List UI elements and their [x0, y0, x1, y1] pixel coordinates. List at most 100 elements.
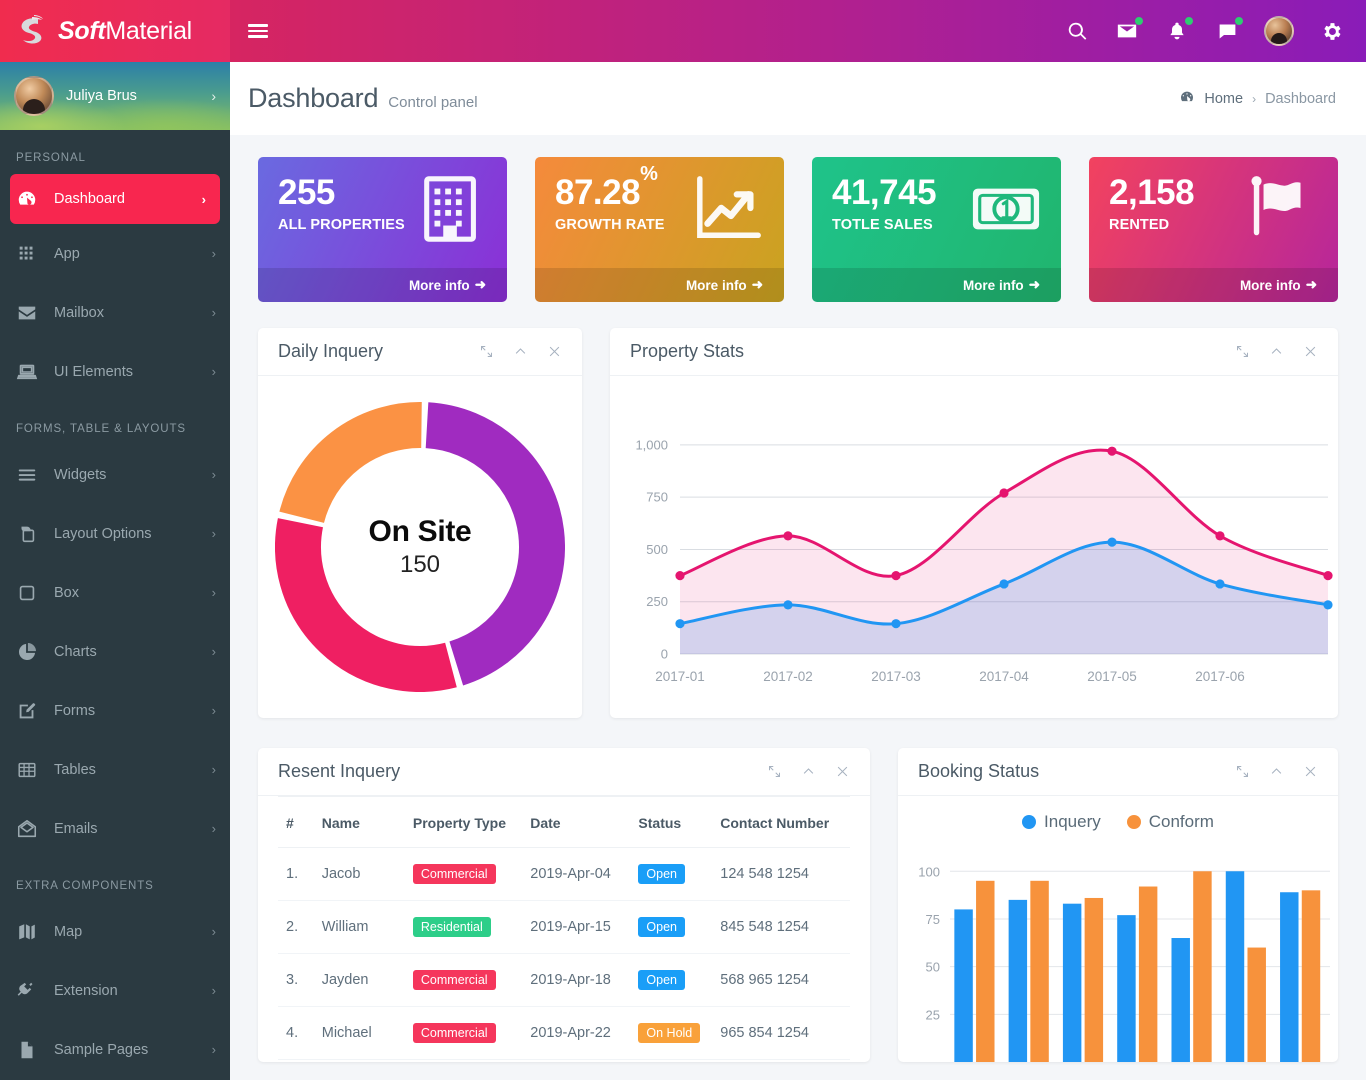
bar-inquery[interactable]	[954, 909, 972, 1062]
data-point[interactable]	[999, 488, 1008, 497]
chat-icon[interactable]	[1214, 18, 1240, 44]
sidebar-user-panel[interactable]: Juliya Brus ›	[0, 62, 230, 130]
stat-more-info-link[interactable]: More info➜	[1089, 268, 1338, 302]
hamburger-icon[interactable]	[248, 24, 268, 38]
bar-inquery[interactable]	[1009, 900, 1027, 1062]
sidebar-item-charts[interactable]: Charts›	[0, 622, 230, 681]
bar-conform[interactable]	[1247, 948, 1265, 1062]
brand-logo[interactable]: SoftMaterial	[0, 0, 230, 62]
envelope-icon[interactable]	[1114, 18, 1140, 44]
stat-number: 2,158	[1109, 173, 1194, 212]
daily-inquery-title: Daily Inquery	[278, 341, 383, 362]
sidebar-item-widgets[interactable]: Widgets›	[0, 445, 230, 504]
breadcrumb-home[interactable]: Home	[1204, 91, 1243, 107]
stat-card-totle-sales[interactable]: 41,745TOTLE SALESMore info➜	[812, 157, 1061, 302]
table-row[interactable]: 1.JacobCommercial2019-Apr-04Open124 548 …	[278, 848, 850, 901]
legend-color-dot	[1022, 815, 1036, 829]
data-point[interactable]	[675, 571, 684, 580]
x-axis-tick-label: 2017-06	[1195, 669, 1245, 684]
avatar[interactable]	[1264, 16, 1294, 46]
bell-icon[interactable]	[1164, 18, 1190, 44]
brand-light: Material	[105, 17, 192, 45]
close-icon[interactable]	[835, 764, 850, 779]
data-point[interactable]	[1107, 538, 1116, 547]
area-fill-pink	[680, 450, 1328, 654]
data-point[interactable]	[783, 531, 792, 540]
sidebar-item-mailbox[interactable]: Mailbox›	[0, 283, 230, 342]
legend-item-conform[interactable]: Conform	[1127, 812, 1214, 832]
chevron-up-icon[interactable]	[1269, 344, 1284, 359]
chevron-right-icon: ›	[212, 246, 216, 261]
chevron-right-icon: ›	[212, 644, 216, 659]
chevron-up-icon[interactable]	[1269, 764, 1284, 779]
bar-conform[interactable]	[976, 881, 994, 1062]
property-stats-title: Property Stats	[630, 341, 744, 362]
stat-more-info-link[interactable]: More info➜	[258, 268, 507, 302]
stat-card-growth-rate[interactable]: 87.28%GROWTH RATEMore info➜	[535, 157, 784, 302]
bar-conform[interactable]	[1139, 887, 1157, 1062]
envelope-badge-dot	[1135, 17, 1143, 25]
close-icon[interactable]	[1303, 344, 1318, 359]
table-row[interactable]: 2.WilliamResidential2019-Apr-15Open845 5…	[278, 901, 850, 954]
sidebar-item-dashboard[interactable]: Dashboard›	[10, 174, 220, 224]
chevron-up-icon[interactable]	[801, 764, 816, 779]
close-icon[interactable]	[547, 344, 562, 359]
bar-conform[interactable]	[1030, 881, 1048, 1062]
bar-inquery[interactable]	[1063, 904, 1081, 1062]
table-row[interactable]: 3.JaydenCommercial2019-Apr-18Open568 965…	[278, 954, 850, 1007]
data-point[interactable]	[1215, 531, 1224, 540]
bar-conform[interactable]	[1302, 890, 1320, 1062]
x-axis-tick-label: 2017-03	[871, 669, 921, 684]
data-point[interactable]	[1323, 571, 1332, 580]
table-row[interactable]: 4.MichaelCommercial2019-Apr-22On Hold965…	[278, 1007, 850, 1060]
data-point[interactable]	[999, 579, 1008, 588]
bar-inquery[interactable]	[1226, 871, 1244, 1062]
booking-status-card-header: Booking Status	[898, 748, 1338, 796]
search-icon[interactable]	[1064, 18, 1090, 44]
column-header: Property Type	[405, 797, 522, 848]
expand-icon[interactable]	[1235, 344, 1250, 359]
data-point[interactable]	[675, 619, 684, 628]
data-point[interactable]	[891, 571, 900, 580]
bar-conform[interactable]	[1193, 871, 1211, 1062]
sidebar-item-map[interactable]: Map›	[0, 902, 230, 961]
data-point[interactable]	[1107, 447, 1116, 456]
legend-item-inquery[interactable]: Inquery	[1022, 812, 1101, 832]
bar-inquery[interactable]	[1171, 938, 1189, 1062]
sidebar-item-box[interactable]: Box›	[0, 563, 230, 622]
sidebar-item-forms[interactable]: Forms›	[0, 681, 230, 740]
chevron-up-icon[interactable]	[513, 344, 528, 359]
sidebar-item-label: Layout Options	[54, 526, 212, 542]
sidebar-item-layout-options[interactable]: Layout Options›	[0, 504, 230, 563]
sidebar-item-extension[interactable]: Extension›	[0, 961, 230, 1020]
sidebar-item-tables[interactable]: Tables›	[0, 740, 230, 799]
stat-card-all-properties[interactable]: 255ALL PROPERTIESMore info➜	[258, 157, 507, 302]
gear-icon[interactable]	[1318, 18, 1344, 44]
chevron-right-icon[interactable]: ›	[211, 88, 216, 104]
card-tools	[1235, 344, 1318, 359]
stat-card-rented[interactable]: 2,158RENTEDMore info➜	[1089, 157, 1338, 302]
expand-icon[interactable]	[767, 764, 782, 779]
bar-inquery[interactable]	[1280, 892, 1298, 1062]
sidebar-section-personal: PERSONAL	[0, 130, 230, 174]
bar-conform[interactable]	[1085, 898, 1103, 1062]
expand-icon[interactable]	[479, 344, 494, 359]
sidebar-item-ui-elements[interactable]: UI Elements›	[0, 342, 230, 401]
sidebar-item-app[interactable]: App›	[0, 224, 230, 283]
cell-index: 2.	[278, 901, 314, 954]
stat-more-info-link[interactable]: More info➜	[812, 268, 1061, 302]
cell-index: 3.	[278, 954, 314, 1007]
sidebar-item-label: Widgets	[54, 467, 212, 483]
bar-inquery[interactable]	[1117, 915, 1135, 1062]
stat-more-info-link[interactable]: More info➜	[535, 268, 784, 302]
donut-slice-orange[interactable]	[302, 425, 422, 517]
data-point[interactable]	[1323, 600, 1332, 609]
data-point[interactable]	[1215, 579, 1224, 588]
stat-more-label: More info	[1240, 278, 1301, 293]
sidebar-item-sample-pages[interactable]: Sample Pages›	[0, 1020, 230, 1079]
data-point[interactable]	[891, 619, 900, 628]
sidebar-item-emails[interactable]: Emails›	[0, 799, 230, 858]
close-icon[interactable]	[1303, 764, 1318, 779]
expand-icon[interactable]	[1235, 764, 1250, 779]
data-point[interactable]	[783, 600, 792, 609]
